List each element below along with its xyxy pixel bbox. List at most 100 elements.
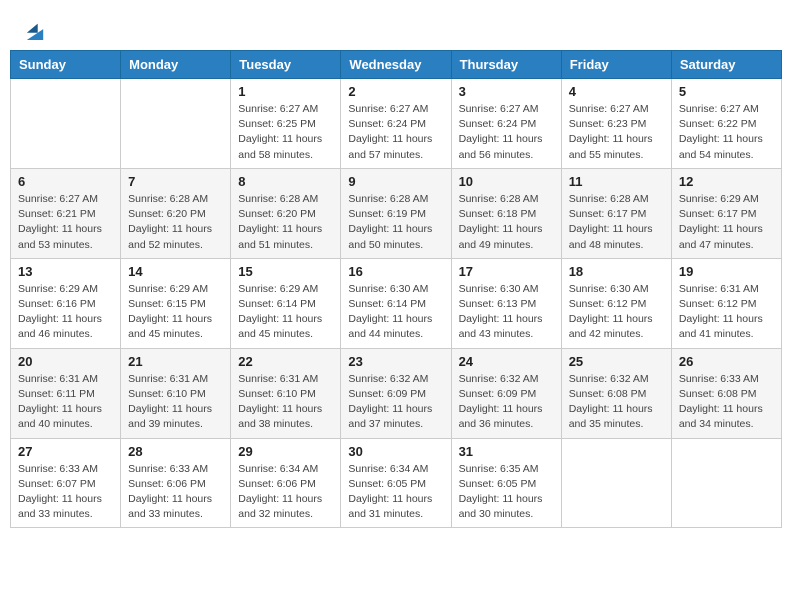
day-number: 8	[238, 174, 333, 189]
day-info: Sunrise: 6:29 AMSunset: 6:14 PMDaylight:…	[238, 282, 333, 343]
day-info: Sunrise: 6:33 AMSunset: 6:07 PMDaylight:…	[18, 462, 113, 523]
calendar-cell: 31 Sunrise: 6:35 AMSunset: 6:05 PMDayligh…	[451, 438, 561, 528]
day-info: Sunrise: 6:31 AMSunset: 6:12 PMDaylight:…	[679, 282, 774, 343]
calendar-week-5: 27 Sunrise: 6:33 AMSunset: 6:07 PMDayligh…	[11, 438, 782, 528]
day-info: Sunrise: 6:30 AMSunset: 6:12 PMDaylight:…	[569, 282, 664, 343]
calendar-cell: 29Sunrise: 6:34 AMSunset: 6:06 PMDayligh…	[231, 438, 341, 528]
calendar-cell: 19 Sunrise: 6:31 AMSunset: 6:12 PMDayligh…	[671, 258, 781, 348]
day-info: Sunrise: 6:32 AMSunset: 6:09 PMDaylight:…	[459, 372, 554, 433]
calendar-cell: 17 Sunrise: 6:30 AMSunset: 6:13 PMDayligh…	[451, 258, 561, 348]
day-number: 30	[348, 444, 443, 459]
day-info: Sunrise: 6:31 AMSunset: 6:10 PMDaylight:…	[238, 372, 333, 433]
day-number: 15	[238, 264, 333, 279]
calendar-cell: 24 Sunrise: 6:32 AMSunset: 6:09 PMDayligh…	[451, 348, 561, 438]
day-number: 10	[459, 174, 554, 189]
day-info: Sunrise: 6:27 AMSunset: 6:22 PMDaylight:…	[679, 102, 774, 163]
calendar-cell: 7 Sunrise: 6:28 AMSunset: 6:20 PMDaylight…	[121, 168, 231, 258]
day-info: Sunrise: 6:27 AMSunset: 6:23 PMDaylight:…	[569, 102, 664, 163]
day-info: Sunrise: 6:30 AMSunset: 6:13 PMDaylight:…	[459, 282, 554, 343]
day-number: 23	[348, 354, 443, 369]
day-number: 21	[128, 354, 223, 369]
day-info: Sunrise: 6:28 AMSunset: 6:19 PMDaylight:…	[348, 192, 443, 253]
logo	[20, 20, 44, 40]
calendar-week-4: 20 Sunrise: 6:31 AMSunset: 6:11 PMDayligh…	[11, 348, 782, 438]
calendar-cell: 28 Sunrise: 6:33 AMSunset: 6:06 PMDayligh…	[121, 438, 231, 528]
calendar-cell: 30 Sunrise: 6:34 AMSunset: 6:05 PMDayligh…	[341, 438, 451, 528]
calendar-cell: 27 Sunrise: 6:33 AMSunset: 6:07 PMDayligh…	[11, 438, 121, 528]
day-info: Sunrise: 6:32 AMSunset: 6:09 PMDaylight:…	[348, 372, 443, 433]
calendar-cell: 8 Sunrise: 6:28 AMSunset: 6:20 PMDaylight…	[231, 168, 341, 258]
day-info: Sunrise: 6:27 AMSunset: 6:21 PMDaylight:…	[18, 192, 113, 253]
calendar-cell: 4 Sunrise: 6:27 AMSunset: 6:23 PMDaylight…	[561, 79, 671, 169]
day-info: Sunrise: 6:29 AMSunset: 6:16 PMDaylight:…	[18, 282, 113, 343]
calendar-cell: 20 Sunrise: 6:31 AMSunset: 6:11 PMDayligh…	[11, 348, 121, 438]
header-friday: Friday	[561, 51, 671, 79]
calendar-cell	[121, 79, 231, 169]
day-number: 16	[348, 264, 443, 279]
day-number: 17	[459, 264, 554, 279]
day-info: Sunrise: 6:33 AMSunset: 6:06 PMDaylight:…	[128, 462, 223, 523]
header-sunday: Sunday	[11, 51, 121, 79]
day-info: Sunrise: 6:31 AMSunset: 6:11 PMDaylight:…	[18, 372, 113, 433]
day-number: 18	[569, 264, 664, 279]
day-number: 13	[18, 264, 113, 279]
day-number: 4	[569, 84, 664, 99]
calendar-cell: 13 Sunrise: 6:29 AMSunset: 6:16 PMDayligh…	[11, 258, 121, 348]
day-info: Sunrise: 6:28 AMSunset: 6:20 PMDaylight:…	[128, 192, 223, 253]
day-info: Sunrise: 6:29 AMSunset: 6:15 PMDaylight:…	[128, 282, 223, 343]
day-info: Sunrise: 6:28 AMSunset: 6:17 PMDaylight:…	[569, 192, 664, 253]
day-number: 27	[18, 444, 113, 459]
calendar-cell: 5 Sunrise: 6:27 AMSunset: 6:22 PMDaylight…	[671, 79, 781, 169]
calendar-cell: 2 Sunrise: 6:27 AMSunset: 6:24 PMDaylight…	[341, 79, 451, 169]
calendar-cell: 23 Sunrise: 6:32 AMSunset: 6:09 PMDayligh…	[341, 348, 451, 438]
calendar-cell: 21 Sunrise: 6:31 AMSunset: 6:10 PMDayligh…	[121, 348, 231, 438]
calendar-cell: 9 Sunrise: 6:28 AMSunset: 6:19 PMDaylight…	[341, 168, 451, 258]
calendar-cell: 10 Sunrise: 6:28 AMSunset: 6:18 PMDayligh…	[451, 168, 561, 258]
calendar-cell: 3Sunrise: 6:27 AMSunset: 6:24 PMDaylight…	[451, 79, 561, 169]
header-thursday: Thursday	[451, 51, 561, 79]
header-monday: Monday	[121, 51, 231, 79]
day-info: Sunrise: 6:35 AMSunset: 6:05 PMDaylight:…	[459, 462, 554, 523]
day-number: 7	[128, 174, 223, 189]
day-number: 24	[459, 354, 554, 369]
calendar-cell: 11 Sunrise: 6:28 AMSunset: 6:17 PMDayligh…	[561, 168, 671, 258]
day-number: 25	[569, 354, 664, 369]
calendar-cell: 6Sunrise: 6:27 AMSunset: 6:21 PMDaylight…	[11, 168, 121, 258]
day-info: Sunrise: 6:32 AMSunset: 6:08 PMDaylight:…	[569, 372, 664, 433]
day-info: Sunrise: 6:28 AMSunset: 6:18 PMDaylight:…	[459, 192, 554, 253]
day-number: 31	[459, 444, 554, 459]
day-number: 28	[128, 444, 223, 459]
day-number: 14	[128, 264, 223, 279]
calendar-cell: 14 Sunrise: 6:29 AMSunset: 6:15 PMDayligh…	[121, 258, 231, 348]
day-number: 20	[18, 354, 113, 369]
calendar-cell: 25 Sunrise: 6:32 AMSunset: 6:08 PMDayligh…	[561, 348, 671, 438]
calendar-header-row: SundayMondayTuesdayWednesdayThursdayFrid…	[11, 51, 782, 79]
day-info: Sunrise: 6:34 AMSunset: 6:05 PMDaylight:…	[348, 462, 443, 523]
calendar-cell	[11, 79, 121, 169]
day-number: 19	[679, 264, 774, 279]
day-number: 5	[679, 84, 774, 99]
calendar-cell: 18 Sunrise: 6:30 AMSunset: 6:12 PMDayligh…	[561, 258, 671, 348]
logo-icon	[26, 20, 44, 40]
calendar-cell: 15 Sunrise: 6:29 AMSunset: 6:14 PMDayligh…	[231, 258, 341, 348]
day-info: Sunrise: 6:27 AMSunset: 6:25 PMDaylight:…	[238, 102, 333, 163]
day-info: Sunrise: 6:27 AMSunset: 6:24 PMDaylight:…	[459, 102, 554, 163]
day-info: Sunrise: 6:28 AMSunset: 6:20 PMDaylight:…	[238, 192, 333, 253]
day-number: 2	[348, 84, 443, 99]
day-number: 29	[238, 444, 333, 459]
day-number: 12	[679, 174, 774, 189]
day-number: 9	[348, 174, 443, 189]
day-info: Sunrise: 6:27 AMSunset: 6:24 PMDaylight:…	[348, 102, 443, 163]
calendar-cell	[671, 438, 781, 528]
day-number: 1	[238, 84, 333, 99]
header-saturday: Saturday	[671, 51, 781, 79]
day-info: Sunrise: 6:33 AMSunset: 6:08 PMDaylight:…	[679, 372, 774, 433]
calendar-week-1: 1 Sunrise: 6:27 AMSunset: 6:25 PMDaylight…	[11, 79, 782, 169]
header-tuesday: Tuesday	[231, 51, 341, 79]
calendar-table: SundayMondayTuesdayWednesdayThursdayFrid…	[10, 50, 782, 528]
day-number: 22	[238, 354, 333, 369]
day-info: Sunrise: 6:30 AMSunset: 6:14 PMDaylight:…	[348, 282, 443, 343]
day-number: 11	[569, 174, 664, 189]
day-info: Sunrise: 6:31 AMSunset: 6:10 PMDaylight:…	[128, 372, 223, 433]
header-wednesday: Wednesday	[341, 51, 451, 79]
